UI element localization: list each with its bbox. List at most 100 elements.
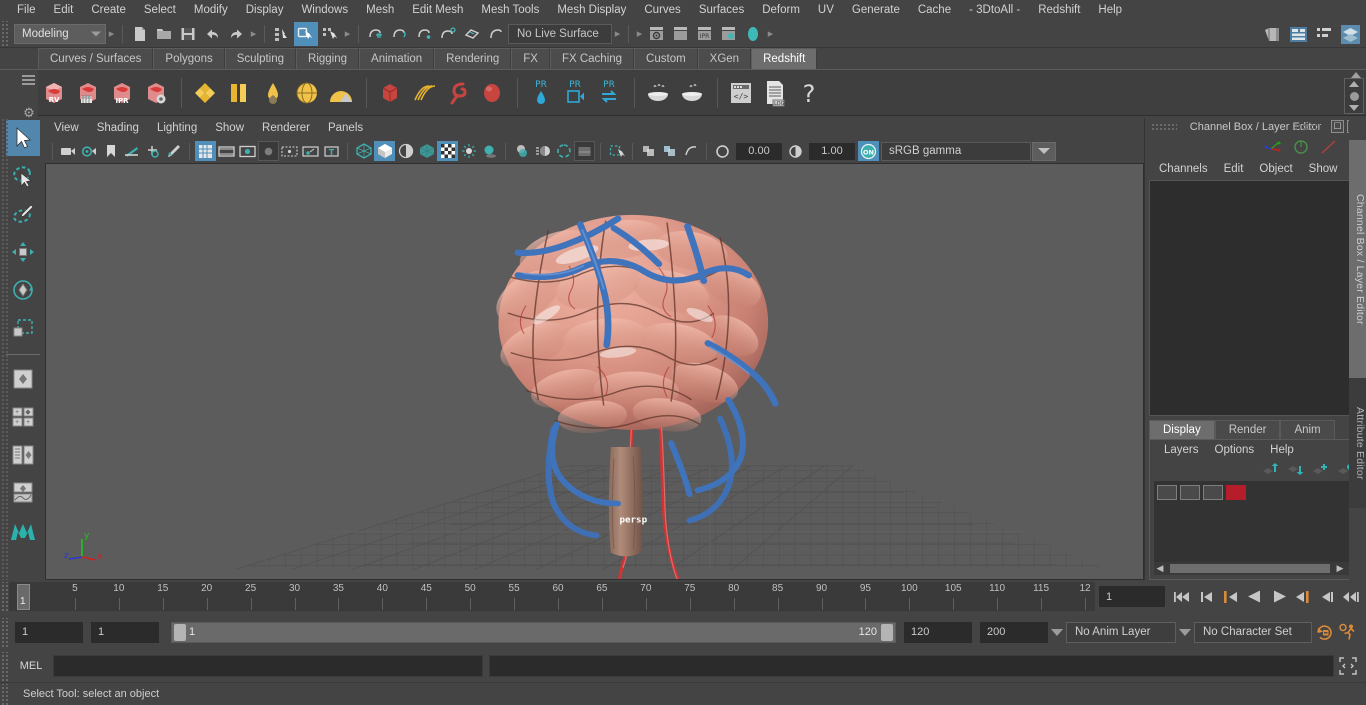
command-input[interactable] — [53, 655, 483, 677]
status-section-collapse-2[interactable]: ▸ — [249, 23, 258, 45]
persp-outliner-layout[interactable] — [6, 437, 40, 473]
maya-logo-icon[interactable] — [6, 513, 40, 549]
animation-start-field[interactable]: 1 — [15, 621, 83, 643]
film-origin-icon[interactable] — [279, 141, 300, 161]
open-scene-icon[interactable] — [152, 22, 176, 46]
viewport-menu-show[interactable]: Show — [206, 118, 253, 139]
script-editor-icon[interactable] — [1336, 654, 1360, 678]
show-hide-attribute-editor-icon[interactable] — [1286, 22, 1310, 46]
perspective-viewport[interactable]: persp y x z persp — [45, 163, 1144, 580]
layer-menu-options[interactable]: Options — [1207, 440, 1263, 460]
select-by-hierarchy-icon[interactable] — [270, 22, 294, 46]
redshift-render-sequence-icon[interactable] — [72, 76, 104, 110]
camera-attributes-icon[interactable] — [79, 141, 100, 161]
create-new-layer-icon[interactable] — [1312, 463, 1328, 476]
menu-set-selector[interactable]: Modeling — [14, 23, 106, 44]
gate-mask-icon[interactable] — [258, 141, 279, 161]
textured-xray-icon[interactable]: T — [321, 141, 342, 161]
viewport-menu-lighting[interactable]: Lighting — [148, 118, 206, 139]
scroll-up-icon[interactable] — [1349, 81, 1359, 87]
play-backwards-icon[interactable] — [1245, 587, 1264, 607]
render-view-icon[interactable] — [645, 22, 669, 46]
redshift-sphere-icon[interactable] — [476, 76, 508, 110]
scroll-left-icon[interactable]: ◀ — [1154, 563, 1166, 574]
viewport-menu-panels[interactable]: Panels — [319, 118, 372, 139]
show-hide-channel-box-icon[interactable] — [1338, 22, 1362, 46]
bookmark-icon[interactable] — [100, 141, 121, 161]
auto-keyframe-toggle-icon[interactable] — [1312, 620, 1336, 644]
step-back-frame-icon[interactable] — [1221, 587, 1240, 607]
select-camera-icon[interactable] — [58, 141, 79, 161]
command-language-label[interactable]: MEL — [9, 660, 53, 672]
layer-tab-render[interactable]: Render — [1214, 420, 1281, 439]
resolution-gate-icon[interactable] — [237, 141, 258, 161]
layer-playback-toggle[interactable] — [1180, 484, 1200, 500]
shelf-tab-rendering[interactable]: Rendering — [434, 48, 512, 69]
layer-tab-display[interactable]: Display — [1149, 420, 1215, 439]
redshift-proxy-convert-icon[interactable]: PR — [593, 76, 625, 110]
two-d-pan-zoom-icon[interactable] — [142, 141, 163, 161]
redshift-environment-icon[interactable] — [325, 76, 357, 110]
side-tab-channel-box-layer-editor[interactable]: Channel Box / Layer Editor — [1349, 140, 1366, 378]
render-current-frame-icon[interactable] — [669, 22, 693, 46]
range-start-handle[interactable] — [174, 623, 186, 641]
shelf-tab-polygons[interactable]: Polygons — [153, 48, 225, 69]
select-by-object-icon[interactable] — [294, 21, 318, 46]
menu-item-create[interactable]: Create — [82, 0, 135, 20]
range-start-field[interactable]: 1 — [91, 621, 159, 643]
layer-shading-toggle[interactable] — [1203, 484, 1223, 500]
menu-item-mesh[interactable]: Mesh — [357, 0, 403, 20]
redshift-light-icon[interactable] — [257, 76, 289, 110]
play-forwards-icon[interactable] — [1269, 587, 1288, 607]
range-slider-bar[interactable]: 1 120 — [171, 621, 896, 643]
channel-box-menu-show[interactable]: Show — [1301, 158, 1346, 180]
time-slider[interactable]: 1 5 10 15 20 25 30 35 40 45 50 55 60 65 70 75 80 85 90 95 1… — [9, 582, 1095, 611]
shelf-tab-curves-surfaces[interactable]: Curves / Surfaces — [38, 48, 154, 69]
menu-item-display[interactable]: Display — [237, 0, 293, 20]
show-hide-tool-settings-icon[interactable] — [1312, 22, 1336, 46]
shelf-tab-xgen[interactable]: XGen — [697, 48, 752, 69]
color-management-toggle[interactable]: ON — [858, 141, 879, 161]
channel-box-menu-edit[interactable]: Edit — [1216, 158, 1252, 180]
show-hide-editors-icon[interactable] — [1260, 22, 1284, 46]
ipr-render-icon[interactable]: IPR — [693, 22, 717, 46]
redshift-render-view-icon[interactable]: RV — [38, 76, 70, 110]
use-all-lights-icon[interactable] — [458, 141, 479, 161]
undo-icon[interactable] — [200, 22, 224, 46]
hypershade-icon[interactable] — [741, 22, 765, 46]
go-to-start-icon[interactable] — [1173, 587, 1192, 607]
anim-layer-field[interactable]: No Anim Layer — [1066, 621, 1176, 643]
channel-box-menu-channels[interactable]: Channels — [1151, 158, 1216, 180]
select-by-component-icon[interactable] — [318, 22, 342, 46]
step-forward-frame-icon[interactable] — [1293, 587, 1312, 607]
redshift-material-icon[interactable] — [189, 76, 221, 110]
panel-grip[interactable] — [1151, 123, 1177, 131]
paint-select-tool[interactable] — [6, 196, 40, 232]
redshift-bake-set-icon[interactable] — [676, 76, 708, 110]
single-perspective-view-layout[interactable] — [6, 361, 40, 397]
menu-item-cache[interactable]: Cache — [909, 0, 960, 20]
smooth-preview-icon[interactable] — [680, 141, 701, 161]
rotate-gizmo-icon[interactable] — [1292, 139, 1310, 155]
status-section-collapse-3[interactable]: ▸ — [343, 23, 352, 45]
contrast-icon[interactable] — [785, 141, 806, 161]
motion-blur-icon[interactable] — [532, 141, 553, 161]
snap-to-curve-icon[interactable] — [388, 22, 412, 46]
redshift-proxy-export-icon[interactable]: PR — [525, 76, 557, 110]
shelf-vertical-scroll[interactable] — [1344, 78, 1364, 114]
shelf-tab-fx[interactable]: FX — [511, 48, 550, 69]
viewport-menu-shading[interactable]: Shading — [88, 118, 148, 139]
save-scene-icon[interactable] — [176, 22, 200, 46]
menu-item-deform[interactable]: Deform — [753, 0, 809, 20]
range-slider-grip[interactable] — [0, 617, 9, 647]
layer-list[interactable] — [1154, 481, 1357, 562]
shelf-tab-animation[interactable]: Animation — [359, 48, 435, 69]
xray-icon[interactable] — [638, 141, 659, 161]
menu-item-surfaces[interactable]: Surfaces — [690, 0, 753, 20]
multisample-icon[interactable] — [553, 141, 574, 161]
menu-item-uv[interactable]: UV — [809, 0, 843, 20]
four-view-layout[interactable]: + ◆ + + — [6, 399, 40, 435]
color-profile-dropdown[interactable] — [1032, 141, 1056, 161]
step-forward-keyframe-icon[interactable] — [1317, 587, 1336, 607]
step-back-keyframe-icon[interactable] — [1197, 587, 1216, 607]
